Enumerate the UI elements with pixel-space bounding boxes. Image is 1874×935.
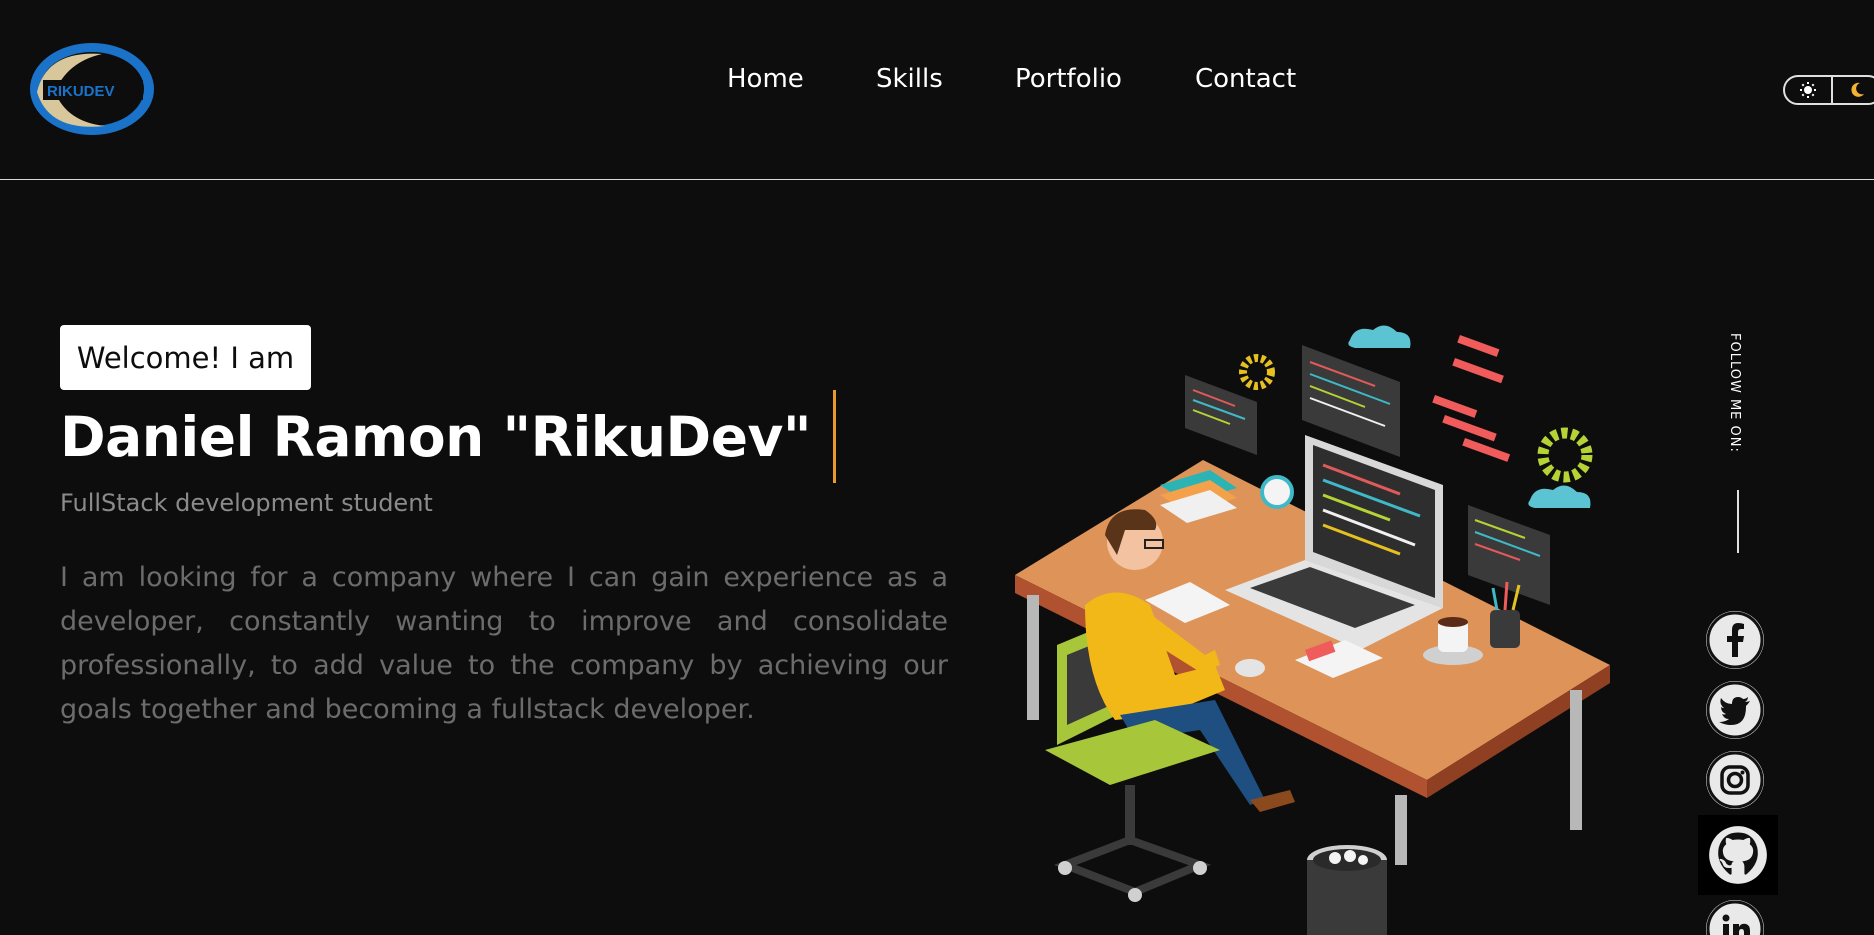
moon-icon bbox=[1851, 82, 1865, 97]
linkedin-icon bbox=[1706, 900, 1764, 935]
follow-divider bbox=[1737, 490, 1739, 553]
gear-icon bbox=[1239, 354, 1275, 390]
typing-cursor bbox=[833, 390, 836, 483]
gear-icon bbox=[1537, 427, 1593, 483]
linkedin-link[interactable] bbox=[1706, 900, 1764, 935]
twitter-link[interactable] bbox=[1706, 681, 1764, 739]
light-mode-button[interactable] bbox=[1785, 77, 1834, 103]
developer-illustration bbox=[1015, 325, 1610, 935]
hero-description: I am looking for a company where I can g… bbox=[60, 562, 948, 725]
floating-code-panel-right bbox=[1468, 505, 1550, 605]
hero-name: Daniel Ramon "RikuDev" bbox=[60, 405, 812, 469]
trash-bin bbox=[1307, 845, 1387, 935]
facebook-link[interactable] bbox=[1706, 611, 1764, 669]
pen-holder-icon bbox=[1490, 610, 1520, 648]
nav-skills[interactable]: Skills bbox=[876, 64, 943, 94]
instagram-icon bbox=[1706, 751, 1764, 809]
cloud-icon bbox=[1348, 325, 1411, 348]
twitter-icon bbox=[1706, 681, 1764, 739]
facebook-icon bbox=[1706, 611, 1764, 669]
main-nav: Home Skills Portfolio Contact bbox=[0, 64, 1874, 104]
welcome-badge: Welcome! I am bbox=[60, 325, 311, 390]
sun-icon bbox=[1800, 82, 1817, 98]
nav-portfolio[interactable]: Portfolio bbox=[1015, 64, 1122, 94]
github-icon bbox=[1709, 826, 1767, 884]
nav-contact[interactable]: Contact bbox=[1195, 64, 1296, 94]
floating-code-panel-left bbox=[1185, 375, 1257, 455]
follow-me-label: FOLLOW ME ON: bbox=[1727, 333, 1742, 453]
theme-toggle[interactable] bbox=[1783, 75, 1874, 105]
site-header: RIKUDEV Home Skills Portfolio Contact bbox=[0, 0, 1874, 180]
hero-subtitle: FullStack development student bbox=[60, 489, 433, 517]
dark-mode-button[interactable] bbox=[1833, 77, 1874, 103]
nav-home[interactable]: Home bbox=[727, 64, 804, 94]
cloud-icon bbox=[1528, 485, 1591, 508]
github-link[interactable] bbox=[1698, 815, 1778, 895]
clock-icon bbox=[1260, 475, 1294, 509]
instagram-link[interactable] bbox=[1706, 751, 1764, 809]
code-blocks-decoration bbox=[1432, 335, 1511, 462]
